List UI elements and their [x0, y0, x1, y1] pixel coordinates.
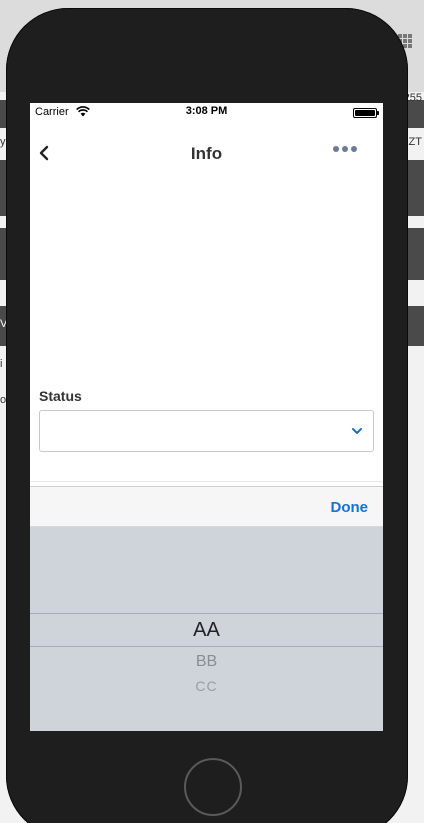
divider — [30, 481, 383, 482]
status-select[interactable] — [39, 410, 374, 452]
status-field-label: Status — [39, 388, 82, 404]
done-button[interactable]: Done — [331, 499, 369, 516]
page-title: Info — [190, 144, 223, 163]
phone-screen: Carrier 3:08 PM Info Status Done AA BB C… — [30, 103, 383, 731]
chevron-down-icon — [352, 428, 362, 434]
picker-option[interactable]: BB — [30, 653, 383, 671]
picker-selection-line — [30, 613, 383, 614]
picker-option-selected[interactable]: AA — [30, 619, 383, 642]
background-text: i — [0, 358, 3, 370]
home-button[interactable] — [184, 758, 242, 816]
picker-wheel[interactable]: AA BB CC — [30, 527, 383, 731]
navigation-bar: Info — [30, 123, 383, 179]
picker-option[interactable]: CC — [30, 678, 383, 694]
status-bar: Carrier 3:08 PM — [30, 103, 383, 123]
more-options-icon[interactable] — [333, 145, 357, 153]
clock-time: 3:08 PM — [185, 105, 228, 117]
battery-icon — [353, 108, 379, 118]
picker-selection-line — [30, 646, 383, 647]
picker-toolbar: Done — [30, 486, 383, 527]
background-text: y — [0, 136, 6, 148]
background-text: ZT — [408, 136, 422, 148]
